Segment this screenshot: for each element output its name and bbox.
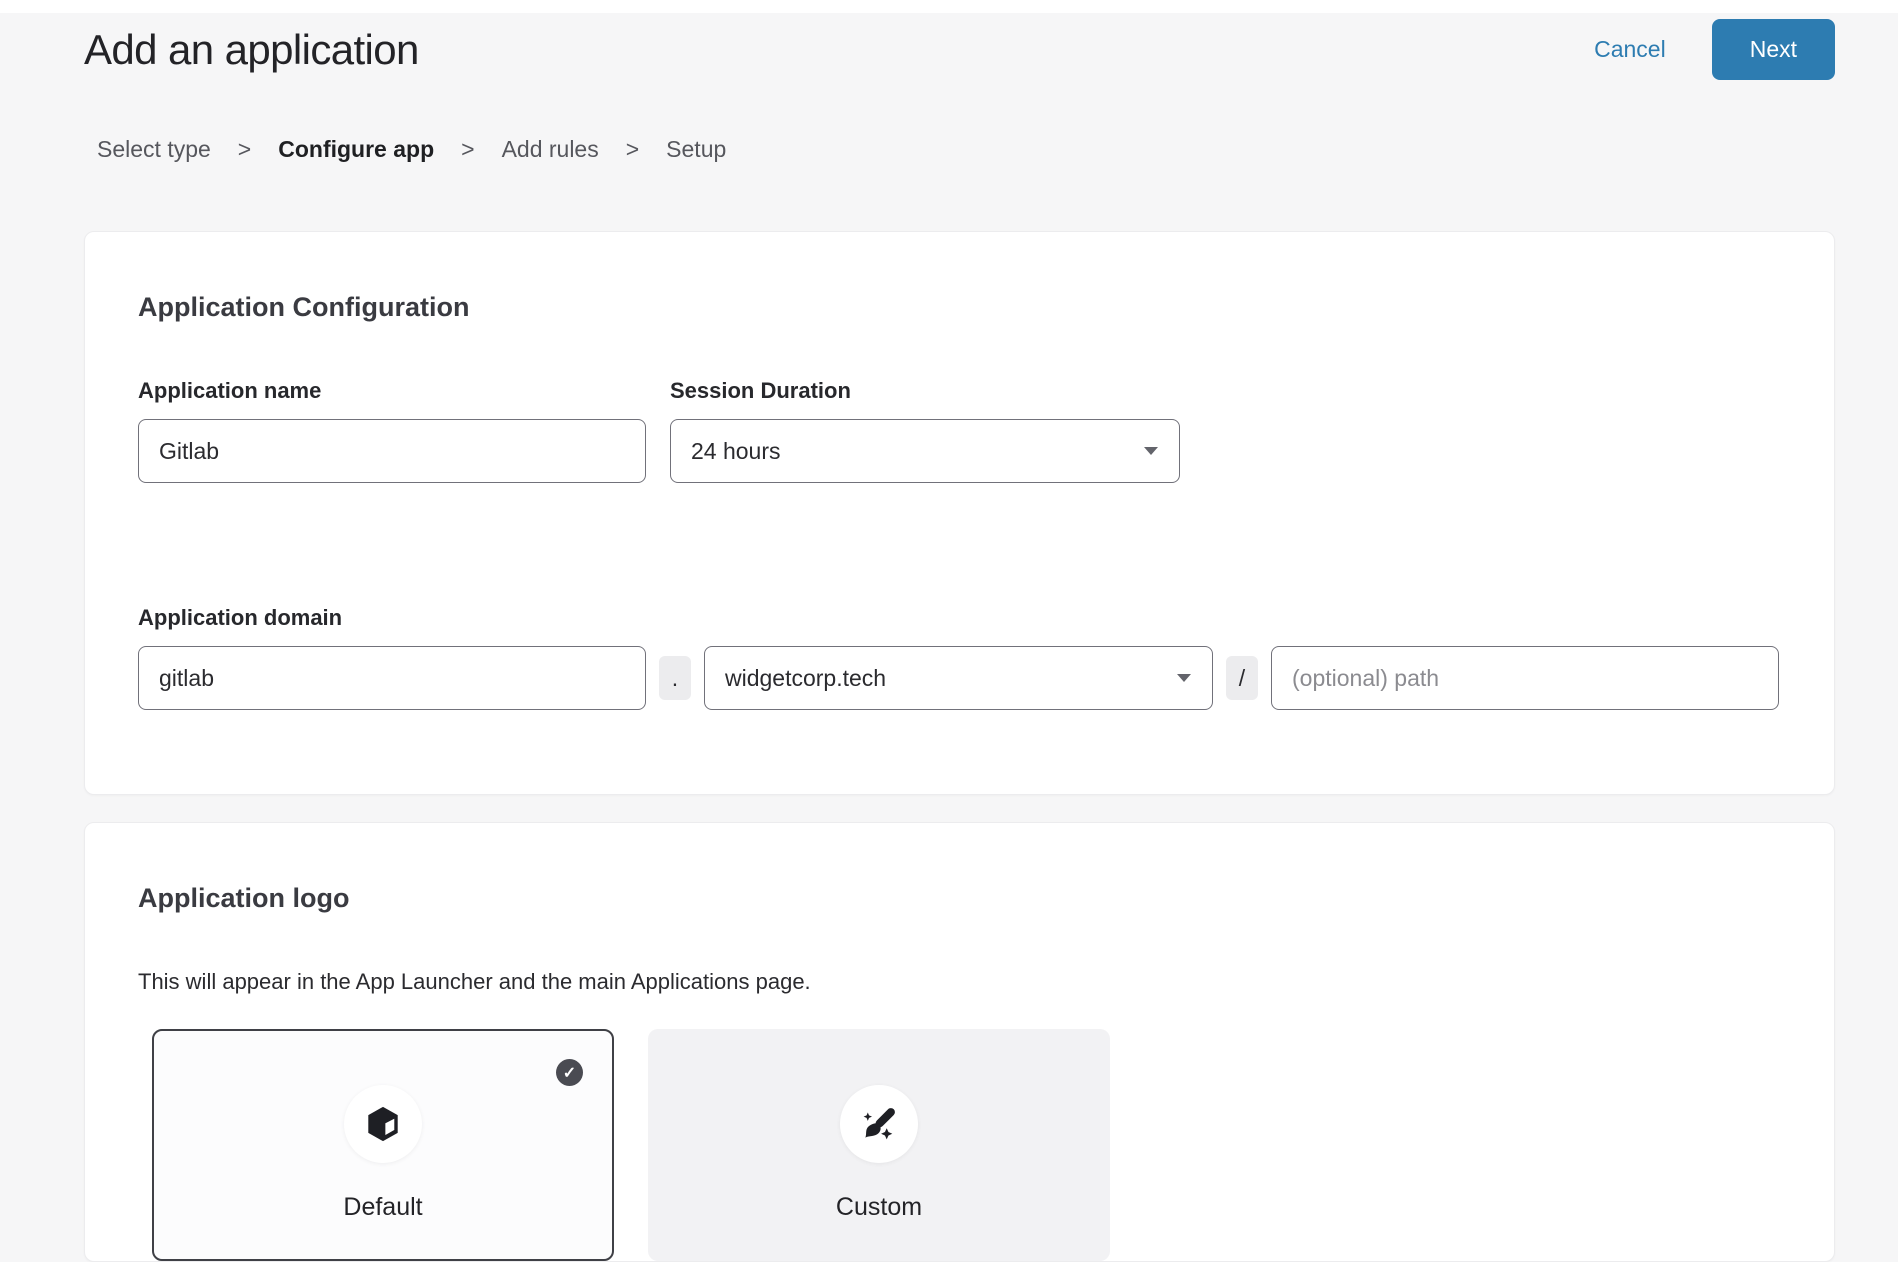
name-duration-row: Application name Session Duration 24 hou… [138, 378, 1781, 483]
logo-option-label: Custom [836, 1193, 922, 1222]
breadcrumb: Select type > Configure app > Add rules … [97, 136, 1835, 163]
cube-icon [362, 1103, 404, 1145]
breadcrumb-step-add-rules[interactable]: Add rules [502, 136, 599, 163]
next-button[interactable]: Next [1712, 19, 1835, 80]
session-duration-field: Session Duration 24 hours [670, 378, 1180, 483]
session-duration-value: 24 hours [691, 438, 781, 465]
chevron-down-icon [1176, 673, 1192, 683]
custom-logo-circle [840, 1085, 918, 1163]
slash-separator: / [1226, 656, 1258, 700]
domain-select[interactable]: widgetcorp.tech [704, 646, 1213, 710]
logo-option-tiles: ✓ Default C [152, 1029, 1781, 1261]
header-actions: Cancel Next [1594, 19, 1835, 80]
page-title: Add an application [84, 26, 419, 74]
application-configuration-card: Application Configuration Application na… [84, 231, 1835, 795]
cancel-button[interactable]: Cancel [1594, 36, 1666, 63]
session-duration-label: Session Duration [670, 378, 1180, 404]
breadcrumb-step-select-type[interactable]: Select type [97, 136, 211, 163]
selected-check-icon: ✓ [556, 1059, 583, 1086]
breadcrumb-step-configure-app[interactable]: Configure app [278, 136, 434, 163]
application-name-input[interactable] [138, 419, 646, 483]
page-header: Add an application Cancel Next [84, 19, 1835, 80]
logo-option-custom[interactable]: Custom [648, 1029, 1110, 1261]
paintbrush-icon [858, 1103, 900, 1145]
breadcrumb-step-setup[interactable]: Setup [666, 136, 726, 163]
application-logo-heading: Application logo [138, 883, 1781, 914]
application-domain-label: Application domain [138, 605, 1781, 631]
dot-separator: . [659, 656, 691, 700]
breadcrumb-separator: > [461, 136, 474, 163]
top-white-strip [0, 0, 1898, 13]
application-logo-card: Application logo This will appear in the… [84, 822, 1835, 1262]
session-duration-select[interactable]: 24 hours [670, 419, 1180, 483]
application-name-label: Application name [138, 378, 646, 404]
application-name-field: Application name [138, 378, 646, 483]
path-input[interactable] [1271, 646, 1779, 710]
application-domain-row: . widgetcorp.tech / [138, 631, 1781, 710]
add-application-page: Add an application Cancel Next Select ty… [0, 19, 1898, 1262]
domain-select-value: widgetcorp.tech [725, 665, 886, 692]
application-logo-description: This will appear in the App Launcher and… [138, 969, 1781, 995]
breadcrumb-separator: > [626, 136, 639, 163]
subdomain-input[interactable] [138, 646, 646, 710]
default-logo-circle [344, 1085, 422, 1163]
breadcrumb-separator: > [238, 136, 251, 163]
application-configuration-heading: Application Configuration [138, 292, 1781, 323]
chevron-down-icon [1143, 446, 1159, 456]
logo-option-label: Default [343, 1193, 422, 1222]
logo-option-default[interactable]: ✓ Default [152, 1029, 614, 1261]
